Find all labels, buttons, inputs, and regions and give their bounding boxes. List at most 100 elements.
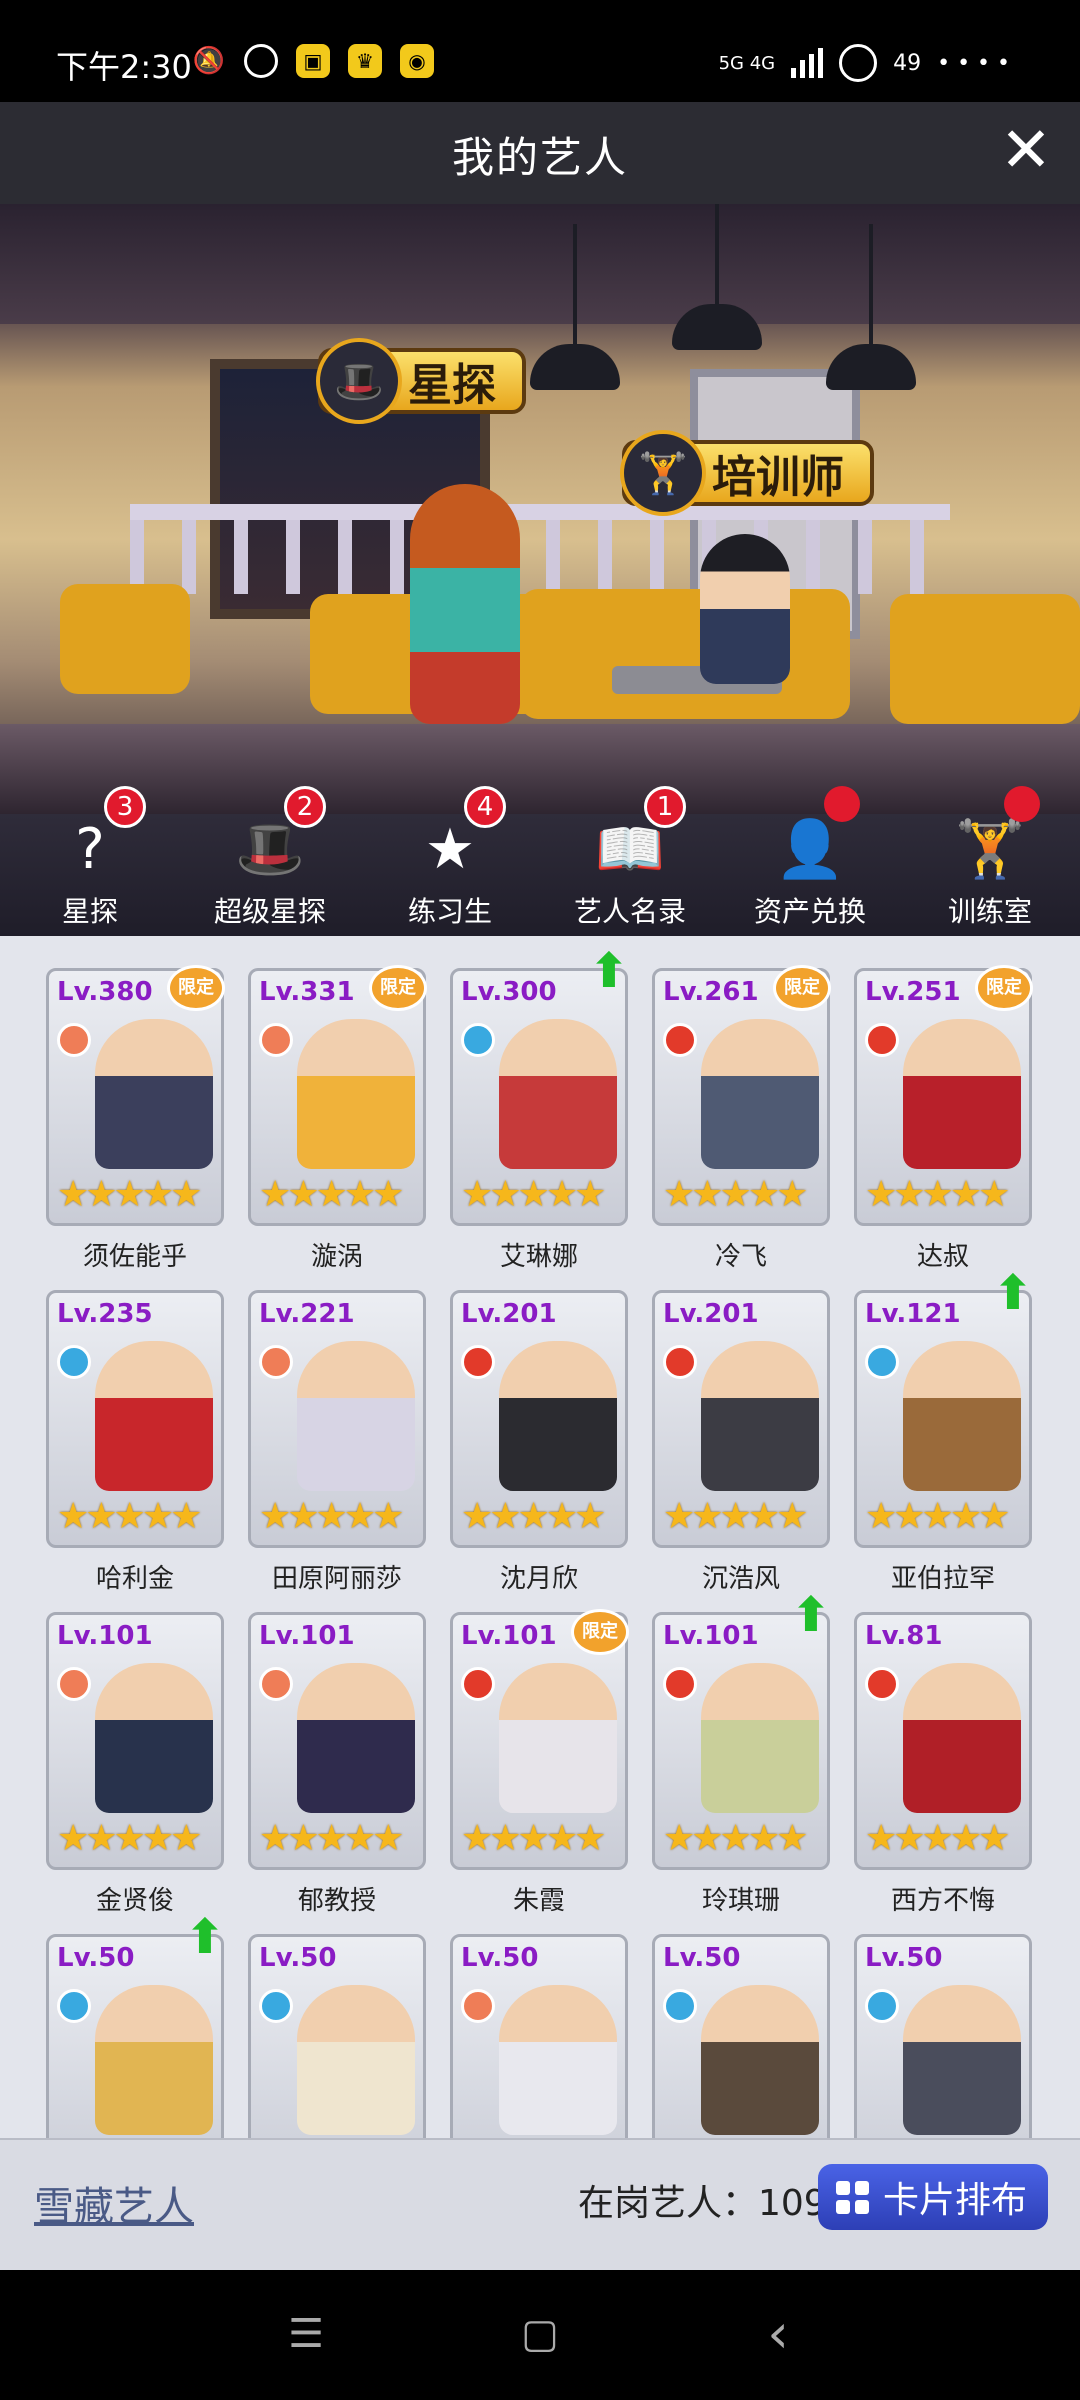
artist-card[interactable]: Lv.201 ★★★★★ <box>450 1290 628 1548</box>
rarity-icon <box>259 1989 293 2023</box>
rarity-icon <box>865 1345 899 1379</box>
artist-card[interactable]: Lv.300 ★★★★★ ⬆ <box>450 947 629 1226</box>
artist-portrait <box>903 1663 1021 1813</box>
artist-name: 玲琪珊 <box>701 1886 780 1916</box>
rarity-icon <box>663 1023 697 1057</box>
artist-card[interactable]: Lv.251 ★★★★★ 限定 <box>854 965 1033 1226</box>
upgrade-arrow-icon: ⬆ <box>184 1909 226 1965</box>
menu-item-4[interactable]: 👤 资产兑换 <box>720 786 900 936</box>
network-label: 5G 4G <box>718 52 776 74</box>
battery-icon <box>839 44 878 82</box>
artist-card[interactable]: Lv.201 ★★★★★ <box>652 1290 830 1548</box>
star-rating: ★★★★★ <box>57 1174 202 1215</box>
trainer-character[interactable] <box>700 534 790 684</box>
artist-card[interactable]: Lv.380 ★★★★★ 限定 <box>46 965 225 1226</box>
rarity-icon <box>461 1345 495 1379</box>
rarity-icon <box>461 1023 495 1057</box>
rarity-icon <box>865 1989 899 2023</box>
limited-tag: 限定 <box>773 965 831 1011</box>
artist-level: Lv.221 <box>259 1299 355 1329</box>
artist-level: Lv.300 <box>461 977 557 1007</box>
upgrade-arrow-icon: ⬆ <box>588 943 630 999</box>
notification-badge: 2 <box>284 786 326 828</box>
page-title: 我的艺人 <box>451 133 628 182</box>
star-rating: ★★★★★ <box>865 1818 1010 1859</box>
rarity-icon <box>57 1023 91 1057</box>
recent-apps-button[interactable]: ☰ <box>276 2304 336 2364</box>
artist-card[interactable]: Lv.101 ★★★★★ <box>46 1612 224 1870</box>
artist-portrait <box>903 1985 1021 2135</box>
ceiling-lamp <box>530 224 620 390</box>
menu-item-3[interactable]: 📖 1 艺人名录 <box>540 786 720 936</box>
artist-card[interactable]: Lv.50 ⬆ <box>46 1913 225 2138</box>
artist-level: Lv.50 <box>663 1943 741 1973</box>
hidden-artists-link[interactable]: 雪藏艺人 <box>34 2174 194 2232</box>
artist-card[interactable]: Lv.50 <box>854 1934 1032 2138</box>
menu-item-5[interactable]: 🏋 训练室 <box>900 786 1080 936</box>
artist-portrait <box>701 1341 819 1491</box>
artist-level: Lv.201 <box>461 1299 557 1329</box>
home-button[interactable]: ▢ <box>510 2304 570 2364</box>
rarity-icon <box>57 1667 91 1701</box>
menu-item-2[interactable]: ★ 4 练习生 <box>360 786 540 936</box>
artist-portrait <box>903 1341 1021 1491</box>
rarity-icon <box>663 1345 697 1379</box>
artist-card[interactable]: Lv.81 ★★★★★ <box>854 1612 1032 1870</box>
artist-name: 田原阿丽莎 <box>271 1564 402 1594</box>
bottom-bar: 雪藏艺人 在岗艺人：109 卡片排布 <box>0 2138 1080 2270</box>
artist-card[interactable]: Lv.331 ★★★★★ 限定 <box>248 965 427 1226</box>
menu-item-1[interactable]: 🎩 2 超级星探 <box>180 786 360 936</box>
back-button[interactable]: ‹ <box>748 2304 808 2364</box>
star-rating: ★★★★★ <box>663 1818 808 1859</box>
artist-card[interactable]: Lv.261 ★★★★★ 限定 <box>652 965 831 1226</box>
rarity-icon <box>259 1345 293 1379</box>
artist-level: Lv.251 <box>865 977 961 1007</box>
upgrade-arrow-icon: ⬆ <box>992 1265 1034 1321</box>
artist-card[interactable]: Lv.121 ★★★★★ ⬆ <box>854 1269 1033 1548</box>
trainer-sign[interactable]: 🏋 培训师 <box>620 430 874 516</box>
close-button[interactable]: ✕ <box>994 119 1058 184</box>
status-bar: 下午2:30 🔕 ▣ ♛ ◉ 5G 4G 49 • • • • <box>0 0 1080 102</box>
app-notification-icon: ▣ <box>296 44 330 78</box>
more-dots: • • • • <box>937 50 1010 76</box>
scout-character[interactable] <box>410 484 520 724</box>
artist-card[interactable]: Lv.101 ★★★★★ ⬆ <box>652 1591 831 1870</box>
app-notification-icon: ◉ <box>400 44 434 78</box>
artist-name: 亚伯拉罕 <box>890 1564 995 1594</box>
scout-sign[interactable]: 🎩 星探 <box>316 338 526 424</box>
star-rating: ★★★★★ <box>461 1174 606 1215</box>
artist-level: Lv.101 <box>57 1621 153 1651</box>
star-rating: ★★★★★ <box>461 1818 606 1859</box>
artist-name: 哈利金 <box>95 1564 174 1594</box>
artist-card[interactable]: Lv.101 ★★★★★ <box>248 1612 426 1870</box>
menu-item-0[interactable]: ? 3 星探 <box>0 786 180 936</box>
notification-badge: 3 <box>104 786 146 828</box>
artist-card[interactable]: Lv.50 <box>652 1934 830 2138</box>
artist-card[interactable]: Lv.50 <box>248 1934 426 2138</box>
artist-level: Lv.201 <box>663 1299 759 1329</box>
artist-level: Lv.235 <box>57 1299 153 1329</box>
artist-level: Lv.101 <box>663 1621 759 1651</box>
artist-card[interactable]: Lv.101 ★★★★★ 限定 <box>450 1609 629 1870</box>
notification-badge: 4 <box>464 786 506 828</box>
artist-level: Lv.121 <box>865 1299 961 1329</box>
artist-portrait <box>95 1019 213 1169</box>
silhouette-icon: 👤 <box>775 817 845 882</box>
artist-card[interactable]: Lv.235 ★★★★★ <box>46 1290 224 1548</box>
menu-item-label: 艺人名录 <box>573 895 686 928</box>
artist-card[interactable]: Lv.221 ★★★★★ <box>248 1290 426 1548</box>
app-notification-icon: ♛ <box>348 44 382 78</box>
star-rating: ★★★★★ <box>865 1496 1010 1537</box>
floor <box>0 724 1080 814</box>
card-layout-button[interactable]: 卡片排布 <box>818 2164 1048 2230</box>
agency-scene: 🎩 星探 🏋 培训师 <box>0 204 1080 814</box>
scout-hat-icon: 🎩 <box>316 338 402 424</box>
notification-badge <box>1004 786 1040 822</box>
star-rating: ★★★★★ <box>865 1174 1010 1215</box>
menu-item-label: 星探 <box>61 895 118 928</box>
artist-name: 冷飞 <box>714 1242 767 1272</box>
trainer-sign-label: 培训师 <box>712 452 844 503</box>
limited-tag: 限定 <box>571 1609 629 1655</box>
artist-level: Lv.50 <box>865 1943 943 1973</box>
artist-card[interactable]: Lv.50 <box>450 1934 628 2138</box>
